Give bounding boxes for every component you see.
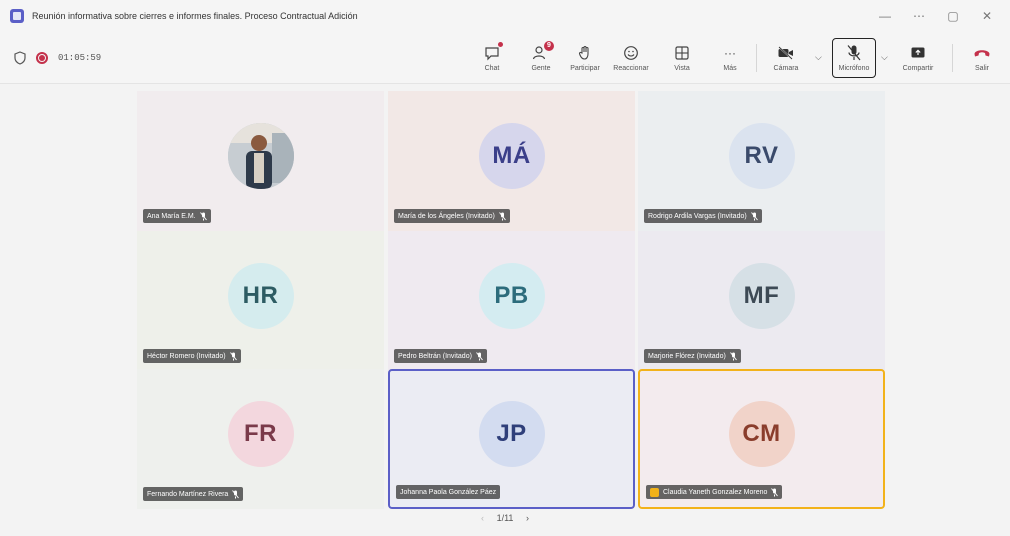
participant-name: Johanna Paola González Páez [400,488,497,496]
more-button[interactable]: ··· Más [716,38,744,78]
mic-muted-icon [199,211,207,220]
meeting-toolbar: 01:05:59 Chat 9 Gente Participar Reaccio… [0,32,1010,84]
participant-name-tag: Marjorie Flórez (Invitado) [644,349,741,363]
people-count-badge: 9 [544,41,554,51]
participant-tile[interactable]: HR Héctor Romero (Invitado) [137,231,384,371]
participant-name: Héctor Romero (Invitado) [147,352,226,360]
raise-hand-button[interactable]: Participar [566,38,604,78]
ellipsis-icon: ··· [724,46,736,60]
shield-icon[interactable] [14,51,26,65]
participant-avatar: HR [227,263,294,329]
participant-tile[interactable]: PB Pedro Beltrán (Invitado) [388,231,635,371]
participant-name-tag: Ana María E.M. [143,209,211,223]
participant-name: María de los Ángeles (Invitado) [398,212,495,220]
mic-muted-icon [476,351,483,360]
gallery-pager: ‹ 1/11 › [0,513,1010,523]
mic-options-chevron-icon[interactable]: ⌵ [881,52,888,63]
toolbar-divider [756,44,757,72]
participant-avatar: RV [728,123,795,189]
video-grid: Ana María E.M. MÁ María de los Ángeles (… [0,85,1010,536]
teams-app-icon [10,9,24,23]
people-label: Gente [531,65,551,72]
participant-tile[interactable]: MF Marjorie Flórez (Invitado) [638,231,885,371]
participant-tile[interactable]: MÁ María de los Ángeles (Invitado) [388,91,635,231]
people-button[interactable]: 9 Gente [524,38,558,78]
react-label: Reaccionar [613,65,649,72]
next-page-button[interactable]: › [526,513,529,523]
mic-label: Micrófono [838,65,870,72]
participant-tile[interactable]: RV Rodrigo Ardila Vargas (Invitado) [638,91,885,231]
recording-icon [36,52,48,64]
share-button[interactable]: Compartir [898,38,938,78]
participant-name: Fernando Martínez Rivera [147,490,229,498]
meeting-status: 01:05:59 [14,32,101,84]
mic-off-icon [845,44,863,62]
leave-button[interactable]: Salir [970,38,994,78]
react-button[interactable]: Reaccionar [610,38,652,78]
toolbar-divider [952,44,953,72]
participant-name: Rodrigo Ardila Vargas (Invitado) [648,212,747,220]
mic-muted-icon [229,351,237,360]
window-controls: — ⋯ ▢ ✕ [868,0,1004,32]
mic-muted-icon [499,211,506,220]
mic-muted-icon [729,351,737,360]
view-label: Vista [674,65,690,72]
participant-name-tag: Héctor Romero (Invitado) [143,349,241,363]
participant-avatar: PB [478,263,545,329]
hang-up-icon [973,44,991,62]
participant-name-tag: Fernando Martínez Rivera [143,487,244,501]
participant-name: Pedro Beltrán (Invitado) [398,352,472,360]
participant-avatar: FR [227,401,294,467]
participant-name-tag: Claudia Yaneth Gonzalez Moreno [646,485,783,499]
view-button[interactable]: Vista [668,38,696,78]
camera-off-icon [777,44,795,62]
share-screen-icon [909,44,927,62]
smiley-icon [622,44,640,62]
mic-muted-icon [771,487,779,496]
participant-name-tag: María de los Ángeles (Invitado) [394,209,510,223]
participant-avatar: MÁ [478,123,545,189]
page-indicator: 1/11 [496,513,514,523]
participant-name: Ana María E.M. [147,212,196,220]
mic-muted-icon [750,211,758,220]
participant-tile-hand-raised[interactable]: CM Claudia Yaneth Gonzalez Moreno [638,369,885,509]
raise-hand-label: Participar [570,65,600,72]
participant-tile[interactable]: Ana María E.M. [137,91,384,231]
more-window-button[interactable]: ⋯ [902,0,936,32]
camera-button[interactable]: Cámara [770,38,802,78]
mic-muted-icon [232,489,240,498]
chat-label: Chat [484,65,500,72]
maximize-button[interactable]: ▢ [936,0,970,32]
participant-name-tag: Johanna Paola González Páez [396,485,501,499]
participant-tile-speaking[interactable]: JP Johanna Paola González Páez [388,369,635,509]
participant-name-tag: Rodrigo Ardila Vargas (Invitado) [644,209,762,223]
share-label: Compartir [902,65,934,72]
title-bar: Reunión informativa sobre cierres e info… [0,0,1010,32]
leave-label: Salir [974,65,989,72]
mic-button[interactable]: Micrófono [832,38,876,78]
camera-label: Cámara [773,65,799,72]
raised-hand-icon [650,487,659,497]
hand-icon [576,44,594,62]
meeting-timer: 01:05:59 [58,53,102,63]
participant-avatar: MF [728,263,795,329]
participant-avatar: CM [728,401,795,467]
people-icon: 9 [532,41,554,62]
chat-unread-dot [498,42,503,47]
window-title: Reunión informativa sobre cierres e info… [32,11,358,21]
participant-name: Claudia Yaneth Gonzalez Moreno [663,488,768,496]
participant-name: Marjorie Flórez (Invitado) [648,352,726,360]
chat-button[interactable]: Chat [478,38,506,78]
previous-page-button[interactable]: ‹ [481,513,484,523]
minimize-button[interactable]: — [868,0,902,32]
more-label: Más [723,65,737,72]
chat-icon [483,42,503,62]
participant-tile[interactable]: FR Fernando Martínez Rivera [137,369,384,509]
close-button[interactable]: ✕ [970,0,1004,32]
grid-view-icon [673,44,691,62]
participant-name-tag: Pedro Beltrán (Invitado) [394,349,487,363]
camera-options-chevron-icon[interactable]: ⌵ [815,52,822,63]
participant-avatar: JP [478,401,545,467]
participant-photo-avatar [227,123,294,189]
